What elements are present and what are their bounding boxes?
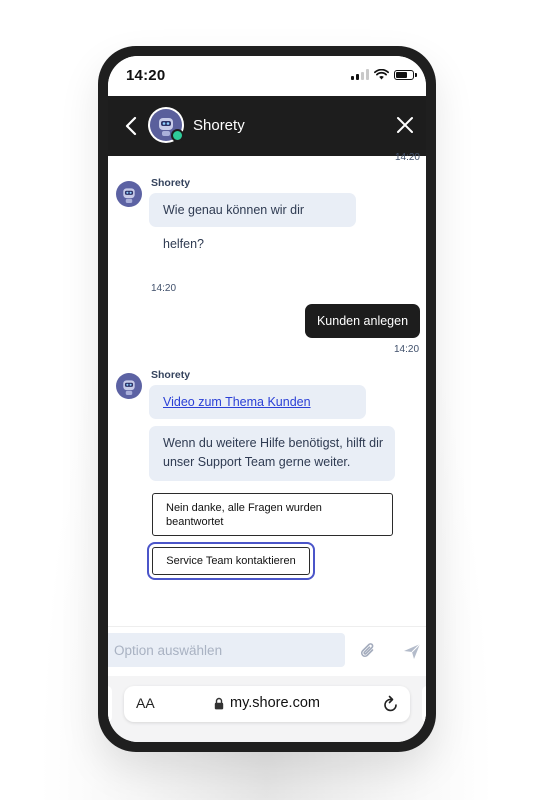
message-text: Wie genau können wir dir helfen? [163, 203, 305, 251]
browser-address-bar: AA my.shore.com [108, 676, 426, 742]
bot-message-bubble: Video zum Thema Kunden anlegen [149, 385, 366, 443]
chat-header: Shorety [108, 96, 426, 156]
option-button-no-thanks[interactable]: Nein danke, alle Fragen wurden beantwort… [152, 493, 393, 536]
option-button-contact-service[interactable]: Service Team kontaktieren [147, 542, 315, 580]
send-icon[interactable] [402, 641, 422, 661]
close-icon[interactable] [394, 114, 416, 136]
message-text: Wenn du weitere Hilfe benötigst, hilft d… [163, 436, 384, 469]
bot-message-bubble: Wenn du weitere Hilfe benötigst, hilft d… [149, 426, 395, 481]
chat-title: Shorety [193, 117, 245, 134]
message-timestamp: 14:20 [151, 283, 177, 294]
status-time: 14:20 [126, 67, 166, 84]
online-status-indicator [171, 129, 184, 142]
back-arrow-icon[interactable] [122, 114, 142, 138]
bot-avatar [150, 109, 184, 142]
text-size-button[interactable]: AA [136, 695, 155, 711]
previous-tab-preview[interactable] [108, 686, 112, 722]
cellular-signal-icon [351, 69, 369, 80]
robot-icon [123, 380, 135, 395]
message-composer [108, 626, 426, 677]
message-sender: Shorety [151, 369, 191, 381]
reload-icon[interactable] [382, 694, 400, 714]
url-field[interactable]: AA my.shore.com [124, 686, 410, 722]
phone-frame: 14:20 Shorety 14:20 Shorety Wie genau kö… [98, 46, 436, 752]
bot-avatar [116, 373, 142, 399]
chat-message-list[interactable]: 14:20 Shorety Wie genau können wir dir h… [108, 152, 426, 626]
option-input[interactable] [108, 633, 345, 667]
wifi-icon [374, 69, 389, 80]
battery-icon [394, 69, 417, 80]
paperclip-icon[interactable] [358, 641, 378, 661]
bot-message-bubble: Wie genau können wir dir helfen? [149, 193, 356, 251]
status-icons [351, 69, 417, 80]
message-timestamp: 14:20 [394, 152, 420, 163]
bot-avatar [116, 181, 142, 207]
page-background: 14:20 Shorety 14:20 Shorety Wie genau kö… [0, 0, 533, 800]
lock-icon [214, 697, 224, 709]
next-tab-preview[interactable] [422, 686, 426, 722]
url-text: my.shore.com [230, 695, 320, 711]
message-text: Kunden anlegen [316, 314, 409, 328]
status-bar: 14:20 [108, 56, 426, 96]
robot-icon [123, 188, 135, 203]
user-message-bubble: Kunden anlegen [305, 304, 420, 338]
phone-screen: 14:20 Shorety 14:20 Shorety Wie genau kö… [108, 56, 426, 742]
url-display[interactable]: my.shore.com [214, 695, 320, 711]
message-sender: Shorety [151, 177, 191, 189]
message-timestamp: 14:20 [394, 344, 420, 355]
